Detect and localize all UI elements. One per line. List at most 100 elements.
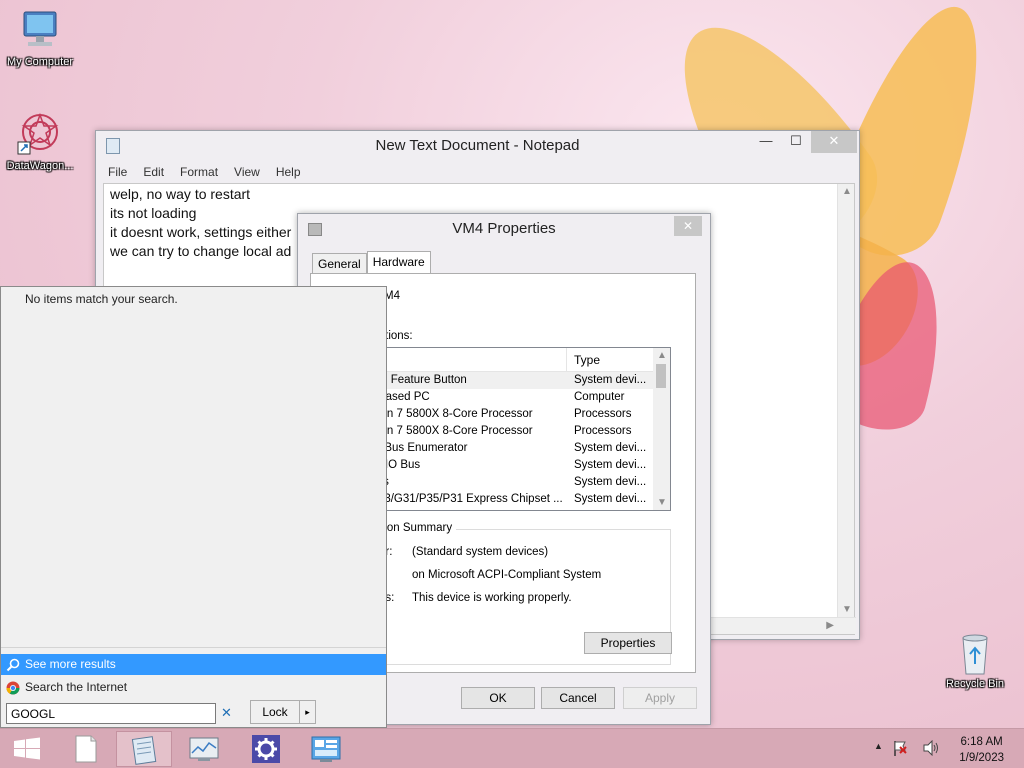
desktop-icon-label: Recycle Bin xyxy=(945,678,1005,690)
device-name-cell: yzen 7 5800X 8-Core Processor xyxy=(369,408,533,420)
notepad-line: welp, no way to restart xyxy=(110,186,251,202)
properties-titlebar[interactable]: VM4 Properties ✕ xyxy=(298,214,710,244)
settings-gear-icon[interactable] xyxy=(238,731,294,767)
device-name-cell: Bus xyxy=(369,474,564,491)
my-computer-icon xyxy=(16,8,64,52)
device-name-cell: yzen 7 5800X 8-Core Processor xyxy=(369,425,533,437)
desktop-icon-datawagon[interactable]: DataWagon... xyxy=(2,112,78,172)
taskbar-clock[interactable]: 6:18 AM 1/9/2023 xyxy=(959,734,1004,766)
summary-value: (Standard system devices) xyxy=(412,546,549,558)
device-type-cell: Processors xyxy=(574,425,632,437)
device-functions-list[interactable]: Type ked Feature Button System devi... 4-… xyxy=(368,347,671,511)
start-search-input[interactable] xyxy=(6,703,216,724)
close-button[interactable]: ✕ xyxy=(811,131,857,153)
device-type-cell: System devi... xyxy=(574,493,647,505)
scroll-up-arrow-icon[interactable]: ▲ xyxy=(657,350,667,361)
no-results-message: No items match your search. xyxy=(25,292,178,306)
power-options-arrow[interactable]: ▸ xyxy=(299,700,316,724)
cancel-button[interactable]: Cancel xyxy=(541,687,615,709)
scroll-right-arrow-icon[interactable]: ▶ xyxy=(826,620,834,631)
scrollbar-thumb[interactable] xyxy=(656,364,666,388)
search-internet-link[interactable]: Search the Internet xyxy=(1,676,386,698)
start-search-panel: No items match your search. See more res… xyxy=(0,286,387,728)
system-tray: ▲ 6:18 AM 1/9/2023 xyxy=(864,729,1024,768)
device-name-cell: ed IO Bus xyxy=(369,459,421,471)
device-type-cell: System devi... xyxy=(574,442,647,454)
notepad-icon[interactable] xyxy=(116,731,172,767)
menu-format[interactable]: Format xyxy=(180,165,218,179)
action-center-flag-icon[interactable] xyxy=(892,739,908,760)
device-name-cell: 4-based PC xyxy=(369,391,430,403)
device-name-cell: G33/G31/P35/P31 Express Chipset ... xyxy=(369,493,563,505)
device-function-summary: nction Summary er: (Standard system devi… xyxy=(368,522,672,665)
column-header-type[interactable]: Type xyxy=(574,353,600,367)
recycle-bin-icon xyxy=(951,630,999,675)
datawagon-shortcut-icon xyxy=(16,112,64,156)
menu-help[interactable]: Help xyxy=(276,165,301,179)
taskbar: ▲ 6:18 AM 1/9/2023 xyxy=(0,728,1024,768)
system-monitor-icon[interactable] xyxy=(176,731,232,767)
list-item[interactable]: G33/G31/P35/P31 Express Chipset ... Syste… xyxy=(369,491,670,508)
search-icon xyxy=(6,658,20,672)
desktop-icon-label: DataWagon... xyxy=(6,160,74,172)
notepad-title: New Text Document - Notepad xyxy=(375,137,580,154)
device-app-icon xyxy=(308,223,322,236)
volume-icon[interactable] xyxy=(922,739,940,759)
desktop-icon-recycle-bin[interactable]: Recycle Bin xyxy=(937,630,1013,690)
menu-file[interactable]: File xyxy=(108,165,127,179)
properties-close-button[interactable]: ✕ xyxy=(674,216,702,236)
clock-time: 6:18 AM xyxy=(960,736,1003,748)
desktop-icon-label: My Computer xyxy=(6,56,74,68)
column-separator xyxy=(566,348,567,372)
start-button-icon[interactable] xyxy=(0,731,56,767)
scroll-down-arrow-icon[interactable]: ▼ xyxy=(657,497,667,508)
device-type-cell: System devi... xyxy=(574,374,647,386)
notepad-titlebar[interactable]: New Text Document - Notepad — ☐ ✕ xyxy=(96,131,859,161)
device-list-scrollbar[interactable]: ▲ ▼ xyxy=(653,348,670,510)
list-item[interactable]: ked Feature Button System devi... xyxy=(369,372,670,389)
see-more-results-label: See more results xyxy=(25,657,116,671)
device-properties-button[interactable]: Properties xyxy=(584,632,672,654)
list-header: Type xyxy=(369,348,670,372)
show-hidden-icons-arrow[interactable]: ▲ xyxy=(874,741,883,751)
maximize-button[interactable]: ☐ xyxy=(781,131,811,153)
divider xyxy=(1,647,386,648)
lock-button[interactable]: Lock xyxy=(250,700,300,724)
scroll-up-arrow-icon[interactable]: ▲ xyxy=(842,186,852,197)
list-item[interactable]: ed IO Bus System devi... xyxy=(369,457,670,474)
properties-title: VM4 Properties xyxy=(452,220,556,237)
list-item[interactable]: 4-based PC Computer xyxy=(369,389,670,406)
control-panel-icon[interactable] xyxy=(298,731,354,767)
menu-view[interactable]: View xyxy=(234,165,260,179)
device-type-cell: Computer xyxy=(574,391,625,403)
chrome-icon xyxy=(6,680,20,695)
ok-button[interactable]: OK xyxy=(461,687,535,709)
apply-button[interactable]: Apply xyxy=(623,687,697,709)
list-item[interactable]: Bus System devi... xyxy=(369,474,670,491)
device-name-cell: ite Bus Enumerator xyxy=(369,442,468,454)
notepad-app-icon xyxy=(106,138,120,154)
scroll-down-arrow-icon[interactable]: ▼ xyxy=(842,604,852,615)
menu-edit[interactable]: Edit xyxy=(143,165,164,179)
minimize-button[interactable]: — xyxy=(751,131,781,153)
list-item[interactable]: ite Bus Enumerator System devi... xyxy=(369,440,670,457)
device-type-cell: Processors xyxy=(574,408,632,420)
new-document-icon[interactable] xyxy=(58,731,114,767)
list-item[interactable]: yzen 7 5800X 8-Core Processor Processors xyxy=(369,406,670,423)
clear-search-icon[interactable]: ✕ xyxy=(221,705,232,721)
notepad-menubar: File Edit Format View Help xyxy=(96,161,859,183)
device-type-cell: System devi... xyxy=(574,476,647,488)
summary-value: on Microsoft ACPI-Compliant System xyxy=(412,569,602,581)
properties-tabs: General Hardware xyxy=(312,251,431,274)
desktop-icon-my-computer[interactable]: My Computer xyxy=(2,8,78,68)
summary-value: This device is working properly. xyxy=(412,592,572,604)
see-more-results-link[interactable]: See more results xyxy=(1,654,386,675)
clock-date: 1/9/2023 xyxy=(959,752,1004,764)
notepad-vertical-scrollbar[interactable]: ▲ ▼ xyxy=(837,184,854,617)
search-internet-label: Search the Internet xyxy=(25,680,128,694)
tab-hardware[interactable]: Hardware xyxy=(366,251,431,274)
device-name-cell: ked Feature Button xyxy=(369,374,467,386)
list-item[interactable]: yzen 7 5800X 8-Core Processor Processors xyxy=(369,423,670,440)
device-type-cell: System devi... xyxy=(574,459,647,471)
tab-general[interactable]: General xyxy=(312,253,367,274)
